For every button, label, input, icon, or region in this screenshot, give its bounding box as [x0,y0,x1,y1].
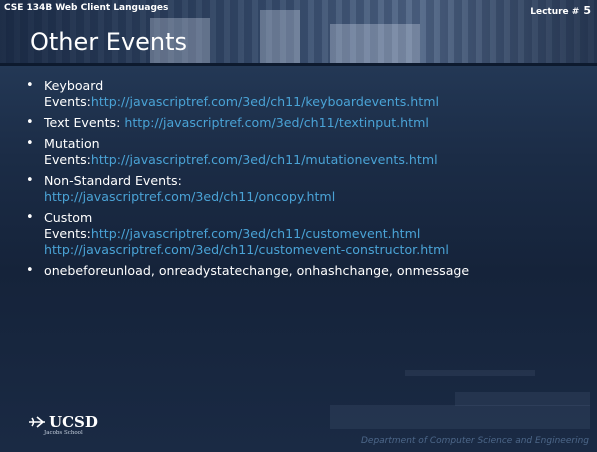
bullet-dot-icon: • [26,78,34,93]
bullet-list: • Keyboard Events:http://javascriptref.c… [26,78,592,284]
bullet-mutation: • Mutation Events:http://javascriptref.c… [26,136,592,168]
bullet-dot-icon: • [26,263,34,278]
slide-title: Other Events [30,28,188,56]
bullet-keyboard: • Keyboard Events:http://javascriptref.c… [26,78,592,110]
bullet-label: Non-Standard Events: [44,173,182,188]
bullet-label: Events: [44,226,91,241]
slide: CSE 134B Web Client Languages Lecture #5… [0,0,597,452]
bullet-label: Mutation [44,136,100,151]
bullet-dot-icon: • [26,173,34,188]
building-decoration [260,10,300,63]
header-band: CSE 134B Web Client Languages Lecture #5… [0,0,597,66]
logo-subtext: Jacobs School [44,430,83,436]
bullet-label: Events: [44,94,91,109]
bullet-label: Text Events: [44,115,125,130]
bullet-text: • Text Events: http://javascriptref.com/… [26,115,592,131]
lecture-number: Lecture #5 [530,4,591,17]
keyboard-events-link[interactable]: http://javascriptref.com/3ed/ch11/keyboa… [91,94,439,109]
bullet-custom: • Custom Events:http://javascriptref.com… [26,210,592,258]
bullet-other-events: • onebeforeunload, onreadystatechange, o… [26,263,592,279]
ucsd-logo: UCSD [28,413,98,431]
text-events-link[interactable]: http://javascriptref.com/3ed/ch11/textin… [124,115,428,130]
footer-department: Department of Computer Science and Engin… [360,436,589,446]
bullet-nonstandard: • Non-Standard Events: http://javascript… [26,173,592,205]
decorative-bar [405,370,535,376]
lecture-label: Lecture # [530,7,580,17]
mutation-events-link[interactable]: http://javascriptref.com/3ed/ch11/mutati… [91,152,438,167]
lecture-num: 5 [583,4,591,17]
custom-event-constructor-link[interactable]: http://javascriptref.com/3ed/ch11/custom… [44,242,449,257]
bullet-dot-icon: • [26,136,34,151]
logo-text: UCSD [49,413,98,431]
ucsd-trident-icon [29,416,45,428]
decorative-bar [455,392,590,406]
bullet-dot-icon: • [26,210,34,225]
bullet-label: Events: [44,152,91,167]
bullet-dot-icon: • [26,115,34,130]
course-title: CSE 134B Web Client Languages [4,3,169,13]
custom-event-link[interactable]: http://javascriptref.com/3ed/ch11/custom… [91,226,420,241]
oncopy-link[interactable]: http://javascriptref.com/3ed/ch11/oncopy… [44,189,335,204]
bullet-label: Keyboard [44,78,104,93]
decorative-bar [330,405,590,429]
bullet-label: onebeforeunload, onreadystatechange, onh… [44,263,470,278]
bullet-label: Custom [44,210,93,225]
building-decoration [330,24,420,63]
